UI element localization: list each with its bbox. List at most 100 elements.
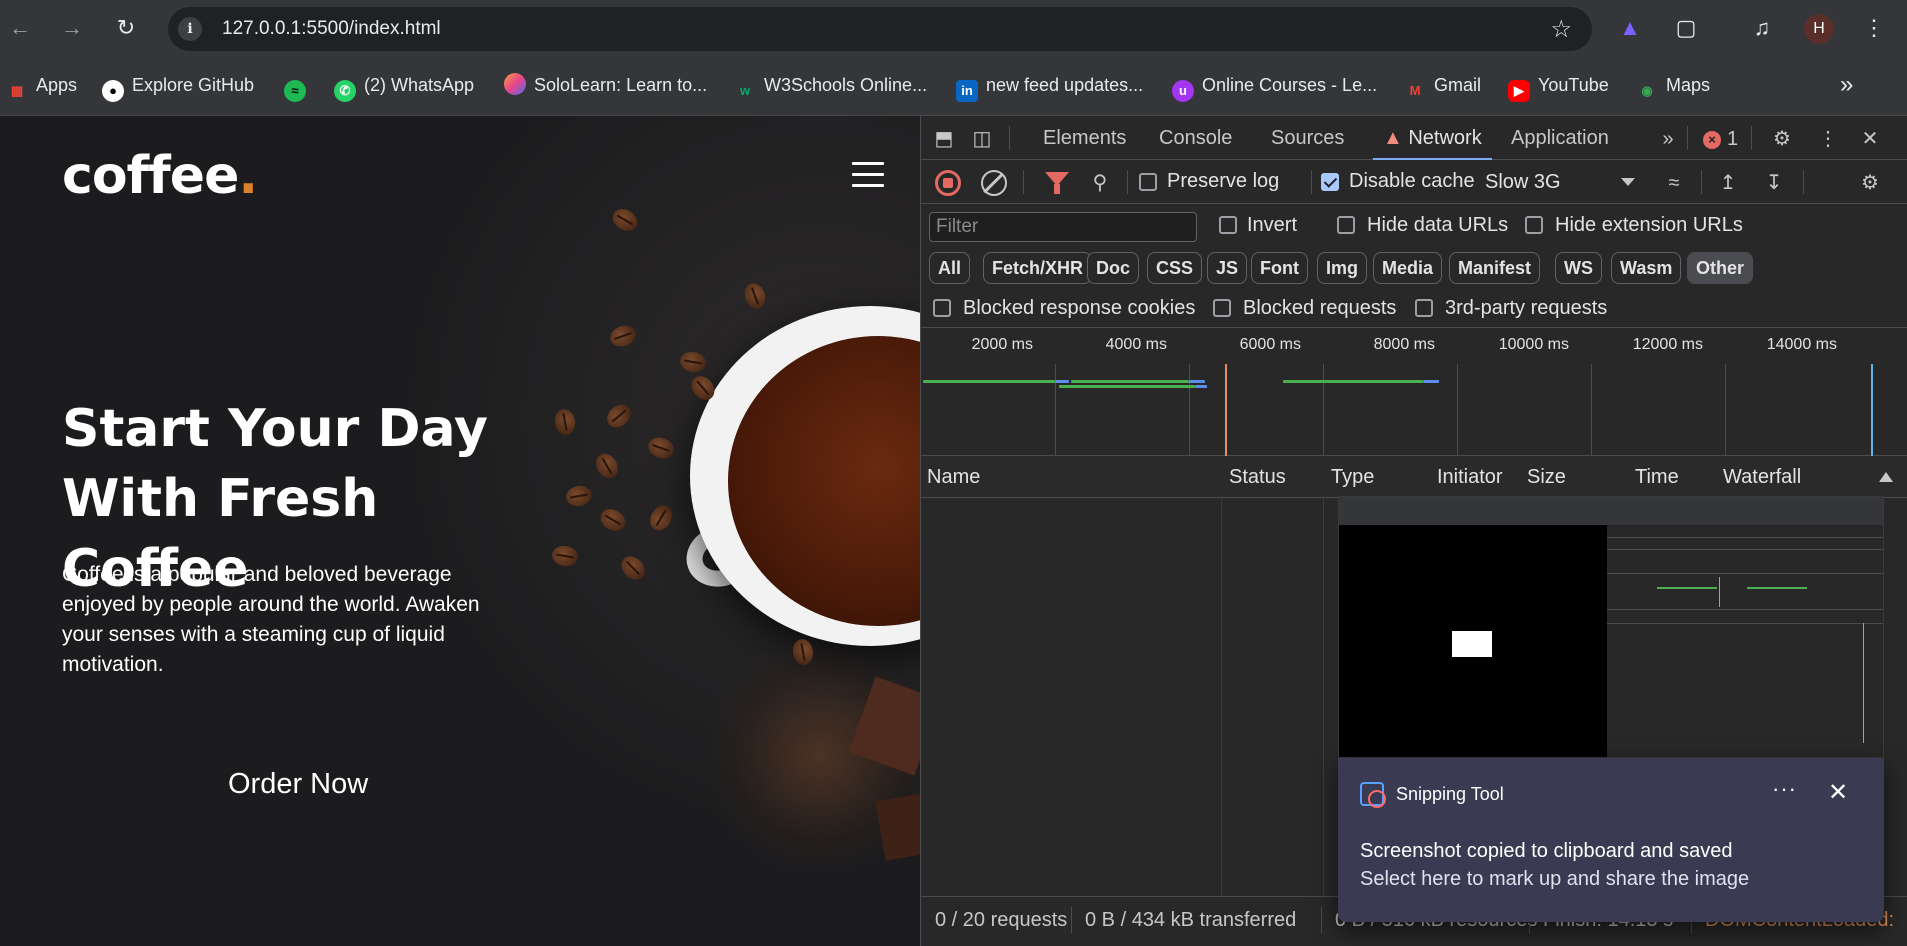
timeline-tick: 12000 ms: [1632, 336, 1703, 353]
type-filter-doc[interactable]: Doc: [1087, 252, 1140, 284]
timeline-bar: [1055, 380, 1069, 383]
kebab-menu-icon[interactable]: ⋮: [1858, 12, 1890, 44]
media-controls-icon[interactable]: ♫: [1746, 12, 1778, 44]
network-overview-timeline[interactable]: 2000 ms 4000 ms 6000 ms 8000 ms 10000 ms…: [921, 328, 1907, 456]
youtube-icon: ▶: [1508, 80, 1530, 102]
network-settings-icon[interactable]: ⚙: [1857, 170, 1883, 196]
bookmark-maps[interactable]: ◉ Maps: [1636, 68, 1710, 102]
column-waterfall[interactable]: Waterfall: [1717, 456, 1801, 498]
type-filter-img[interactable]: Img: [1317, 252, 1368, 284]
bookmark-udemy[interactable]: u Online Courses - Le...: [1172, 68, 1377, 102]
sort-ascending-icon[interactable]: [1879, 472, 1893, 482]
close-icon[interactable]: ✕: [1828, 778, 1848, 807]
site-logo[interactable]: coffee.: [62, 146, 258, 206]
coffee-page: coffee. Start Your Day With Fresh Coffee…: [0, 116, 920, 946]
hide-extension-urls-checkbox[interactable]: [1525, 216, 1543, 234]
screenshot-thumbnail[interactable]: [1338, 496, 1884, 758]
snipping-tool-notification[interactable]: Snipping Tool ··· ✕ Screenshot copied to…: [1338, 758, 1884, 922]
reload-icon[interactable]: ↻: [110, 12, 142, 44]
devtools-menu-icon[interactable]: ⋮: [1815, 126, 1841, 152]
type-filter-ws[interactable]: WS: [1555, 252, 1602, 284]
invert-label: Invert: [1247, 214, 1298, 236]
column-size[interactable]: Size: [1521, 456, 1566, 498]
column-name[interactable]: Name: [921, 456, 980, 498]
hide-data-urls-checkbox[interactable]: [1337, 216, 1355, 234]
inspect-element-icon[interactable]: ⬒: [931, 126, 957, 152]
tab-console[interactable]: Console: [1159, 116, 1232, 160]
bookmark-star-icon[interactable]: ☆: [1550, 15, 1572, 44]
record-stop-icon[interactable]: [935, 170, 961, 196]
device-toolbar-icon[interactable]: ◫: [969, 126, 995, 152]
error-count-badge[interactable]: × 1: [1703, 126, 1738, 152]
type-filter-media[interactable]: Media: [1373, 252, 1443, 284]
type-filter-css[interactable]: CSS: [1147, 252, 1203, 284]
notification-title: Screenshot copied to clipboard and saved: [1360, 840, 1733, 862]
bookmark-sololearn[interactable]: SoloLearn: Learn to...: [504, 68, 707, 102]
bookmark-apps[interactable]: ▦ Apps: [6, 68, 77, 102]
preserve-log-checkbox[interactable]: [1139, 173, 1157, 191]
third-party-requests-checkbox[interactable]: [1415, 299, 1433, 317]
load-event-marker: [1871, 364, 1873, 456]
dropdown-caret-icon[interactable]: [1621, 178, 1635, 186]
blocked-response-cookies-label: Blocked response cookies: [963, 297, 1196, 319]
type-filter-manifest[interactable]: Manifest: [1449, 252, 1541, 284]
tab-application[interactable]: Application: [1511, 116, 1609, 160]
bookmark-whatsapp[interactable]: ✆ (2) WhatsApp: [334, 68, 474, 102]
bookmark-spotify[interactable]: ≈: [284, 68, 314, 102]
snipping-tool-icon: [1360, 782, 1386, 808]
site-info-icon[interactable]: i: [178, 17, 202, 41]
bookmarks-overflow-icon[interactable]: »: [1840, 68, 1853, 102]
error-icon: ×: [1703, 131, 1721, 149]
import-har-icon[interactable]: ↥: [1715, 170, 1741, 196]
extension-flame-icon[interactable]: ▲: [1614, 12, 1646, 44]
bookmark-youtube[interactable]: ▶ YouTube: [1508, 68, 1609, 102]
back-arrow-icon[interactable]: ←: [4, 12, 36, 44]
maps-icon: ◉: [1641, 83, 1653, 98]
order-now-button[interactable]: Order Now: [228, 768, 368, 801]
more-tabs-chevron-icon[interactable]: »: [1655, 126, 1681, 152]
column-initiator[interactable]: Initiator: [1431, 456, 1503, 498]
column-type[interactable]: Type: [1325, 456, 1374, 498]
tab-elements[interactable]: Elements: [1043, 116, 1126, 160]
forward-arrow-icon[interactable]: →: [56, 12, 88, 44]
notification-app-name: Snipping Tool: [1396, 784, 1504, 804]
bookmark-gmail[interactable]: M Gmail: [1404, 68, 1481, 102]
timeline-bar: [923, 380, 1055, 383]
blocked-response-cookies-checkbox[interactable]: [933, 299, 951, 317]
blocked-requests-label: Blocked requests: [1243, 297, 1397, 319]
disable-cache-checkbox[interactable]: [1321, 173, 1339, 191]
tab-network[interactable]: ▲ Network: [1373, 116, 1492, 160]
blocked-requests-checkbox[interactable]: [1213, 299, 1231, 317]
filter-funnel-icon[interactable]: [1045, 172, 1069, 194]
notification-body: Select here to mark up and share the ima…: [1360, 868, 1750, 890]
bookmark-github[interactable]: ● Explore GitHub: [102, 68, 254, 102]
timeline-tick: 10000 ms: [1498, 336, 1569, 353]
type-filter-all[interactable]: All: [929, 252, 971, 284]
invert-checkbox[interactable]: [1219, 216, 1237, 234]
column-status[interactable]: Status: [1223, 456, 1286, 498]
bookmark-linkedin[interactable]: in new feed updates...: [956, 68, 1143, 102]
close-devtools-icon[interactable]: ✕: [1857, 126, 1883, 152]
settings-gear-icon[interactable]: ⚙: [1769, 126, 1795, 152]
address-bar[interactable]: i 127.0.0.1:5500/index.html ☆: [168, 7, 1592, 51]
type-filter-fetch-xhr[interactable]: Fetch/XHR: [983, 252, 1093, 284]
url-text[interactable]: 127.0.0.1:5500/index.html: [222, 18, 441, 40]
export-har-icon[interactable]: ↧: [1761, 170, 1787, 196]
type-filter-font[interactable]: Font: [1251, 252, 1308, 284]
column-time[interactable]: Time: [1629, 456, 1679, 498]
clear-icon[interactable]: [981, 170, 1007, 196]
throttling-select[interactable]: Slow 3G: [1485, 160, 1561, 204]
search-icon[interactable]: ⚲: [1087, 170, 1113, 196]
type-filter-js[interactable]: JS: [1207, 252, 1248, 284]
bookmark-w3schools[interactable]: w W3Schools Online...: [734, 68, 927, 102]
type-filter-other[interactable]: Other: [1687, 252, 1754, 284]
tab-sources[interactable]: Sources: [1271, 116, 1344, 160]
hamburger-menu-icon[interactable]: [852, 162, 884, 190]
type-filter-wasm[interactable]: Wasm: [1611, 252, 1682, 284]
extensions-puzzle-icon[interactable]: ▢: [1670, 12, 1702, 44]
network-toolbar: ⚲ Preserve log Disable cache Slow 3G ≈ ↥…: [921, 160, 1907, 204]
profile-avatar[interactable]: H: [1804, 14, 1834, 44]
filter-input[interactable]: [929, 212, 1197, 242]
more-options-icon[interactable]: ···: [1772, 776, 1797, 802]
network-conditions-icon[interactable]: ≈: [1661, 170, 1687, 196]
